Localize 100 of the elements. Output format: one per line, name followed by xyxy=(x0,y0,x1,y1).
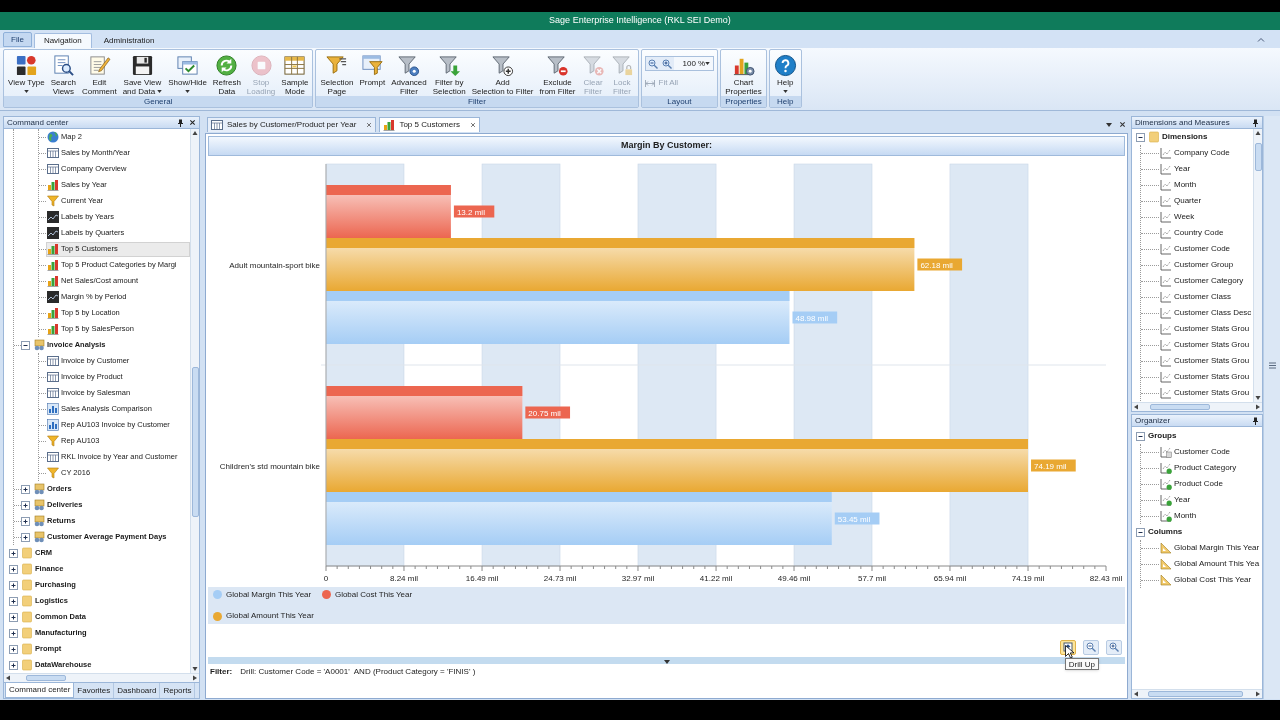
tree-item[interactable]: Customer Code xyxy=(1159,241,1235,257)
axis-chart-icon xyxy=(1160,179,1172,191)
ribbon-button[interactable]: Help xyxy=(770,50,800,93)
tree-item[interactable]: Month xyxy=(1159,177,1201,193)
horizontal-scrollbar[interactable] xyxy=(1132,402,1262,411)
expand-icon[interactable] xyxy=(9,628,18,638)
tree-item[interactable]: Product Code xyxy=(1159,476,1227,492)
scroll-thumb[interactable] xyxy=(1150,404,1210,410)
data-label: 74.19 mil xyxy=(1031,459,1076,472)
tree-item[interactable]: Company Code xyxy=(1159,145,1234,161)
menu-tab[interactable]: Administration xyxy=(93,33,165,48)
caret-icon xyxy=(663,660,670,664)
tree-item[interactable]: Country Code xyxy=(1159,225,1228,241)
expand-icon[interactable] xyxy=(9,660,18,670)
expand-icon[interactable] xyxy=(9,580,18,590)
axis-chart-icon xyxy=(1160,339,1172,351)
expand-icon[interactable] xyxy=(21,484,30,494)
menu-tab[interactable]: File xyxy=(3,32,32,47)
tree-item[interactable]: Customer Stats Grou xyxy=(1159,321,1253,337)
panel-tab[interactable]: Command center xyxy=(5,683,75,698)
folder-icon xyxy=(21,595,33,607)
ribbon-button[interactable]: Edit Comment xyxy=(79,50,120,96)
bar-chart-icon xyxy=(47,275,59,287)
vertical-scrollbar[interactable] xyxy=(1253,129,1262,402)
document-tab[interactable]: Top 5 Customers xyxy=(379,117,480,132)
collapse-icon[interactable] xyxy=(1136,132,1145,142)
pin-icon[interactable] xyxy=(1252,416,1259,425)
tree-item[interactable]: Columns xyxy=(1147,524,1187,540)
tree-item[interactable]: Global Amount This Yea xyxy=(1159,556,1262,572)
ribbon-button[interactable]: Refresh Data xyxy=(209,50,244,96)
scroll-thumb[interactable] xyxy=(1148,691,1243,697)
tree-item[interactable]: Groups xyxy=(1147,428,1181,444)
panel-tab[interactable]: Favorites xyxy=(74,683,115,698)
tree-item[interactable]: Customer Stats Grou xyxy=(1159,385,1253,401)
expand-icon[interactable] xyxy=(9,644,18,654)
zoom-in-button[interactable] xyxy=(659,57,674,70)
tree-item[interactable]: Dimensions xyxy=(1147,129,1212,145)
document-tab[interactable]: Sales by Customer/Product per Year xyxy=(207,117,377,132)
splitter-grip-icon[interactable] xyxy=(1268,362,1276,369)
vertical-scrollbar[interactable] xyxy=(190,129,199,673)
funnel-lock-icon xyxy=(610,54,634,77)
pin-icon[interactable] xyxy=(177,118,184,127)
chart-table-icon xyxy=(47,403,59,415)
ribbon-button[interactable]: Chart Properties xyxy=(722,50,765,96)
expand-icon[interactable] xyxy=(21,516,30,526)
menu-tab[interactable]: Navigation xyxy=(33,33,92,48)
horizontal-scrollbar[interactable] xyxy=(4,673,199,682)
tree-item[interactable]: Product Category xyxy=(1159,460,1241,476)
scroll-thumb[interactable] xyxy=(26,675,66,681)
scroll-left-icon[interactable] xyxy=(1132,403,1140,411)
close-icon[interactable] xyxy=(1119,121,1126,128)
ribbon-button[interactable]: Add Selection to Filter xyxy=(468,50,537,96)
tree-item[interactable]: Quarter xyxy=(1159,193,1206,209)
expand-icon[interactable] xyxy=(21,532,30,542)
tree-item[interactable]: Customer Category xyxy=(1159,273,1248,289)
tree-item[interactable]: Year xyxy=(1159,492,1195,508)
tree-item[interactable]: Global Margin This Year xyxy=(1159,540,1262,556)
fit-width-icon xyxy=(644,79,655,87)
tree-item[interactable]: Customer Code xyxy=(1159,444,1235,460)
tree-item[interactable]: Customer Group xyxy=(1159,257,1238,273)
ribbon-button[interactable]: Prompt xyxy=(356,50,389,87)
panel-tab[interactable]: Dashboard xyxy=(114,683,161,698)
collapse-icon[interactable] xyxy=(1136,431,1145,441)
tree-item[interactable]: Customer Stats Grou xyxy=(1159,353,1253,369)
ribbon-button[interactable]: Advanced Filter xyxy=(388,50,430,96)
scroll-right-icon[interactable] xyxy=(1254,690,1262,698)
ribbon-button[interactable]: Sample Mode xyxy=(278,50,312,96)
collapse-icon[interactable] xyxy=(21,340,30,350)
scroll-thumb[interactable] xyxy=(1254,143,1262,171)
ribbon-button[interactable]: Show/Hide xyxy=(165,50,210,93)
expand-icon[interactable] xyxy=(21,500,30,510)
ribbon-button[interactable]: Save View and Data xyxy=(119,50,166,96)
zoom-in-button[interactable] xyxy=(1106,639,1122,655)
pin-icon[interactable] xyxy=(1252,118,1259,127)
ribbon-button[interactable]: Search Views xyxy=(47,50,79,96)
tree-item[interactable]: Customer Stats Grou xyxy=(1159,369,1253,385)
tree-item[interactable]: Customer Class Desc xyxy=(1159,305,1253,321)
tree-item[interactable]: Week xyxy=(1159,209,1199,225)
horizontal-scrollbar[interactable] xyxy=(1132,689,1262,698)
tree-item[interactable]: Customer Stats Grou xyxy=(1159,337,1253,353)
ribbon-button[interactable]: View Type xyxy=(5,50,48,93)
tree-item[interactable]: Customer Class xyxy=(1159,289,1235,305)
scroll-thumb[interactable] xyxy=(191,367,199,517)
expand-icon[interactable] xyxy=(9,596,18,606)
panel-tab[interactable]: Reports xyxy=(160,683,196,698)
scroll-left-icon[interactable] xyxy=(1132,690,1140,698)
collapse-icon[interactable] xyxy=(1136,527,1145,537)
ribbon-button[interactable]: Selection Page xyxy=(317,50,357,96)
zoom-combobox[interactable]: 100 % xyxy=(673,57,714,70)
zoom-out-button[interactable] xyxy=(1083,639,1099,655)
expand-icon[interactable] xyxy=(9,612,18,622)
close-icon[interactable] xyxy=(189,119,196,126)
ribbon-button[interactable]: Exclude from Filter xyxy=(536,50,579,96)
zoom-out-button[interactable] xyxy=(645,57,660,70)
tree-item[interactable]: Global Cost This Year xyxy=(1159,572,1256,588)
ribbon-button[interactable]: Filter by Selection xyxy=(429,50,469,96)
expand-icon[interactable] xyxy=(9,548,18,558)
tree-item[interactable]: Month xyxy=(1159,508,1201,524)
expand-icon[interactable] xyxy=(9,564,18,574)
tree-item[interactable]: Year xyxy=(1159,161,1195,177)
